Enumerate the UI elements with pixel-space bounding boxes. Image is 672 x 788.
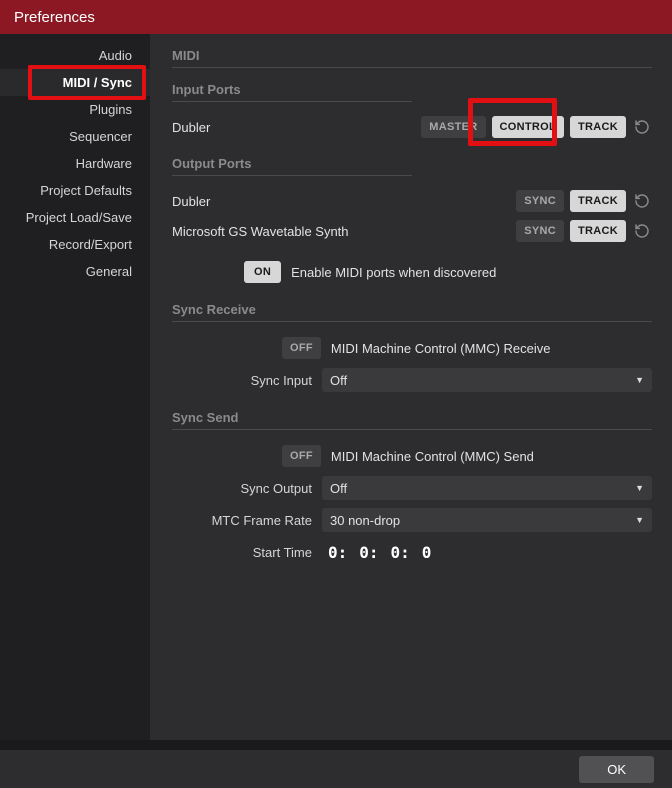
- sync-output-label: Sync Output: [172, 481, 312, 496]
- mmc-receive-label: MIDI Machine Control (MMC) Receive: [331, 341, 551, 356]
- sync-output-select[interactable]: Off ▼: [322, 476, 652, 500]
- mtc-frame-rate-label: MTC Frame Rate: [172, 513, 312, 528]
- sidebar-item-plugins[interactable]: Plugins: [0, 96, 150, 123]
- sync-toggle[interactable]: SYNC: [516, 220, 564, 242]
- sidebar-item-project-defaults[interactable]: Project Defaults: [0, 177, 150, 204]
- input-ports-heading: Input Ports: [172, 82, 412, 102]
- sidebar-item-record-export[interactable]: Record/Export: [0, 231, 150, 258]
- mmc-receive-toggle[interactable]: OFF: [282, 337, 321, 359]
- port-name: Dubler: [172, 120, 415, 135]
- mmc-send-label: MIDI Machine Control (MMC) Send: [331, 449, 534, 464]
- track-toggle[interactable]: TRACK: [570, 116, 626, 138]
- sidebar-item-sequencer[interactable]: Sequencer: [0, 123, 150, 150]
- start-time-field[interactable]: 0: 0: 0: 0: [322, 543, 431, 562]
- track-toggle[interactable]: TRACK: [570, 190, 626, 212]
- status-strip: [0, 740, 672, 750]
- ok-button[interactable]: OK: [579, 756, 654, 783]
- chevron-down-icon: ▼: [635, 483, 644, 493]
- select-value: Off: [330, 481, 347, 496]
- enable-midi-label: Enable MIDI ports when discovered: [291, 265, 496, 280]
- sidebar-item-project-loadsave[interactable]: Project Load/Save: [0, 204, 150, 231]
- sync-input-select[interactable]: Off ▼: [322, 368, 652, 392]
- enable-midi-toggle[interactable]: ON: [244, 261, 281, 283]
- track-toggle[interactable]: TRACK: [570, 220, 626, 242]
- select-value: Off: [330, 373, 347, 388]
- start-time-m: 0:: [359, 543, 378, 562]
- content-panel: MIDI Input Ports Dubler MASTER CONTROL T…: [150, 34, 672, 740]
- port-name: Dubler: [172, 194, 510, 209]
- start-time-s: 0:: [391, 543, 410, 562]
- select-value: 30 non-drop: [330, 513, 400, 528]
- window-titlebar: Preferences: [0, 0, 672, 34]
- start-time-label: Start Time: [172, 545, 312, 560]
- chevron-down-icon: ▼: [635, 515, 644, 525]
- midi-heading: MIDI: [172, 48, 652, 68]
- reset-icon[interactable]: [632, 221, 652, 241]
- mtc-frame-rate-select[interactable]: 30 non-drop ▼: [322, 508, 652, 532]
- sync-send-heading: Sync Send: [172, 410, 652, 430]
- reset-icon[interactable]: [632, 191, 652, 211]
- output-port-row: Microsoft GS Wavetable Synth SYNC TRACK: [172, 216, 652, 246]
- output-port-row: Dubler SYNC TRACK: [172, 186, 652, 216]
- sidebar-item-label: MIDI / Sync: [63, 75, 132, 90]
- master-toggle[interactable]: MASTER: [421, 116, 485, 138]
- control-toggle[interactable]: CONTROL: [492, 116, 564, 138]
- input-port-row: Dubler MASTER CONTROL TRACK: [172, 112, 652, 142]
- sidebar: Audio MIDI / Sync Plugins Sequencer Hard…: [0, 34, 150, 740]
- start-time-h: 0:: [328, 543, 347, 562]
- footer-bar: OK: [0, 750, 672, 788]
- sidebar-item-general[interactable]: General: [0, 258, 150, 285]
- reset-icon[interactable]: [632, 117, 652, 137]
- window-title: Preferences: [14, 9, 95, 26]
- sync-input-label: Sync Input: [172, 373, 312, 388]
- sidebar-item-hardware[interactable]: Hardware: [0, 150, 150, 177]
- output-ports-heading: Output Ports: [172, 156, 412, 176]
- chevron-down-icon: ▼: [635, 375, 644, 385]
- sidebar-item-midi-sync[interactable]: MIDI / Sync: [0, 69, 150, 96]
- sidebar-item-audio[interactable]: Audio: [0, 42, 150, 69]
- port-name: Microsoft GS Wavetable Synth: [172, 224, 510, 239]
- sync-receive-heading: Sync Receive: [172, 302, 652, 322]
- sync-toggle[interactable]: SYNC: [516, 190, 564, 212]
- mmc-send-toggle[interactable]: OFF: [282, 445, 321, 467]
- start-time-f: 0: [422, 543, 432, 562]
